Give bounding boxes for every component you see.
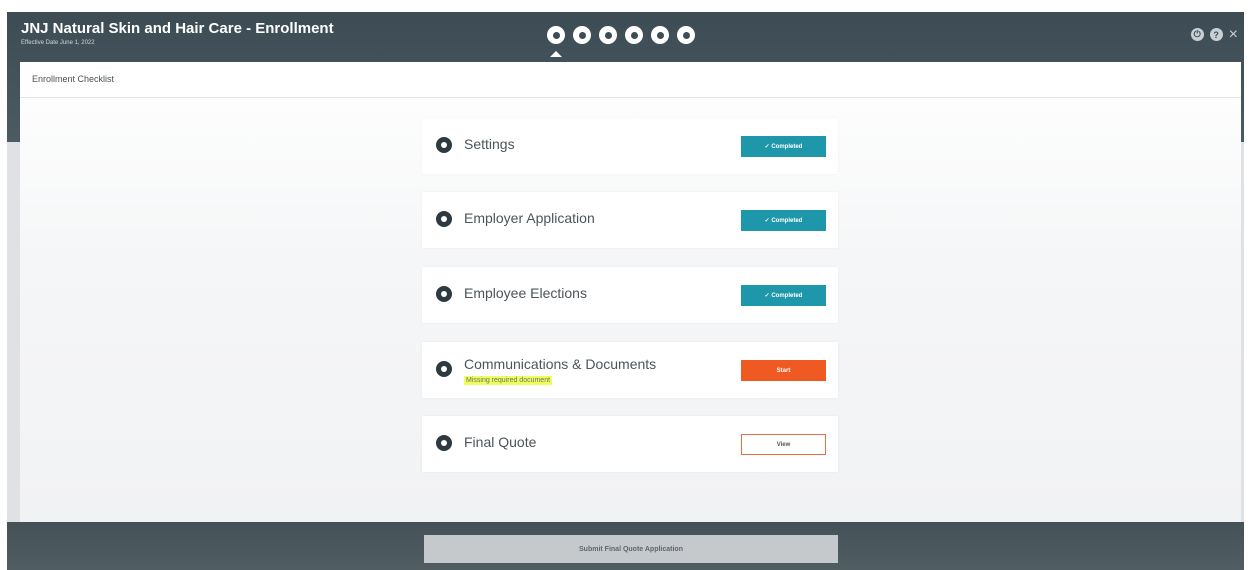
completed-button[interactable]: ✓ Completed bbox=[741, 136, 826, 157]
panel-title: Enrollment Checklist bbox=[20, 62, 1241, 98]
item-label: Employer Application bbox=[464, 210, 595, 226]
checklist-item-settings: Settings ✓ Completed bbox=[422, 118, 838, 174]
page-title: JNJ Natural Skin and Hair Care - Enrollm… bbox=[21, 20, 334, 37]
step-documents-icon[interactable] bbox=[651, 26, 669, 44]
checklist-item-communications-documents: Communications & Documents Missing requi… bbox=[422, 342, 838, 398]
step-settings-icon[interactable] bbox=[573, 26, 591, 44]
effective-date: Effective Date June 1, 2022 bbox=[21, 40, 95, 46]
step-elections-icon[interactable] bbox=[625, 26, 643, 44]
checklist-item-final-quote: Final Quote View bbox=[422, 416, 838, 472]
power-icon[interactable]: ⏻ bbox=[1190, 28, 1204, 41]
start-button[interactable]: Start bbox=[741, 360, 826, 381]
submit-final-quote-button[interactable]: Submit Final Quote Application bbox=[424, 535, 838, 563]
step-quote-icon[interactable] bbox=[677, 26, 695, 44]
step-checklist-icon[interactable] bbox=[547, 26, 565, 57]
item-label: Employee Elections bbox=[464, 285, 587, 301]
help-icon[interactable]: ? bbox=[1209, 28, 1223, 41]
documents-icon bbox=[436, 361, 452, 377]
settings-icon bbox=[436, 137, 452, 153]
header-actions: ⏻ ? × bbox=[1190, 27, 1238, 43]
employer-icon bbox=[436, 211, 452, 227]
checklist-item-employer-application: Employer Application ✓ Completed bbox=[422, 192, 838, 248]
checklist-item-employee-elections: Employee Elections ✓ Completed bbox=[422, 267, 838, 323]
missing-document-warning: Missing required document bbox=[464, 376, 553, 385]
quote-icon bbox=[436, 435, 452, 451]
item-label: Settings bbox=[464, 136, 515, 152]
item-label: Communications & Documents bbox=[464, 356, 657, 372]
view-button[interactable]: View bbox=[741, 434, 826, 455]
step-navigation bbox=[547, 26, 695, 57]
elections-icon bbox=[436, 286, 452, 302]
close-icon[interactable]: × bbox=[1229, 27, 1238, 43]
completed-button[interactable]: ✓ Completed bbox=[741, 210, 826, 231]
item-label: Final Quote bbox=[464, 434, 537, 450]
footer-bar: Submit Final Quote Application bbox=[7, 522, 1244, 570]
step-employer-icon[interactable] bbox=[599, 26, 617, 44]
enrollment-panel: Enrollment Checklist Settings ✓ Complete… bbox=[20, 62, 1241, 522]
completed-button[interactable]: ✓ Completed bbox=[741, 285, 826, 306]
